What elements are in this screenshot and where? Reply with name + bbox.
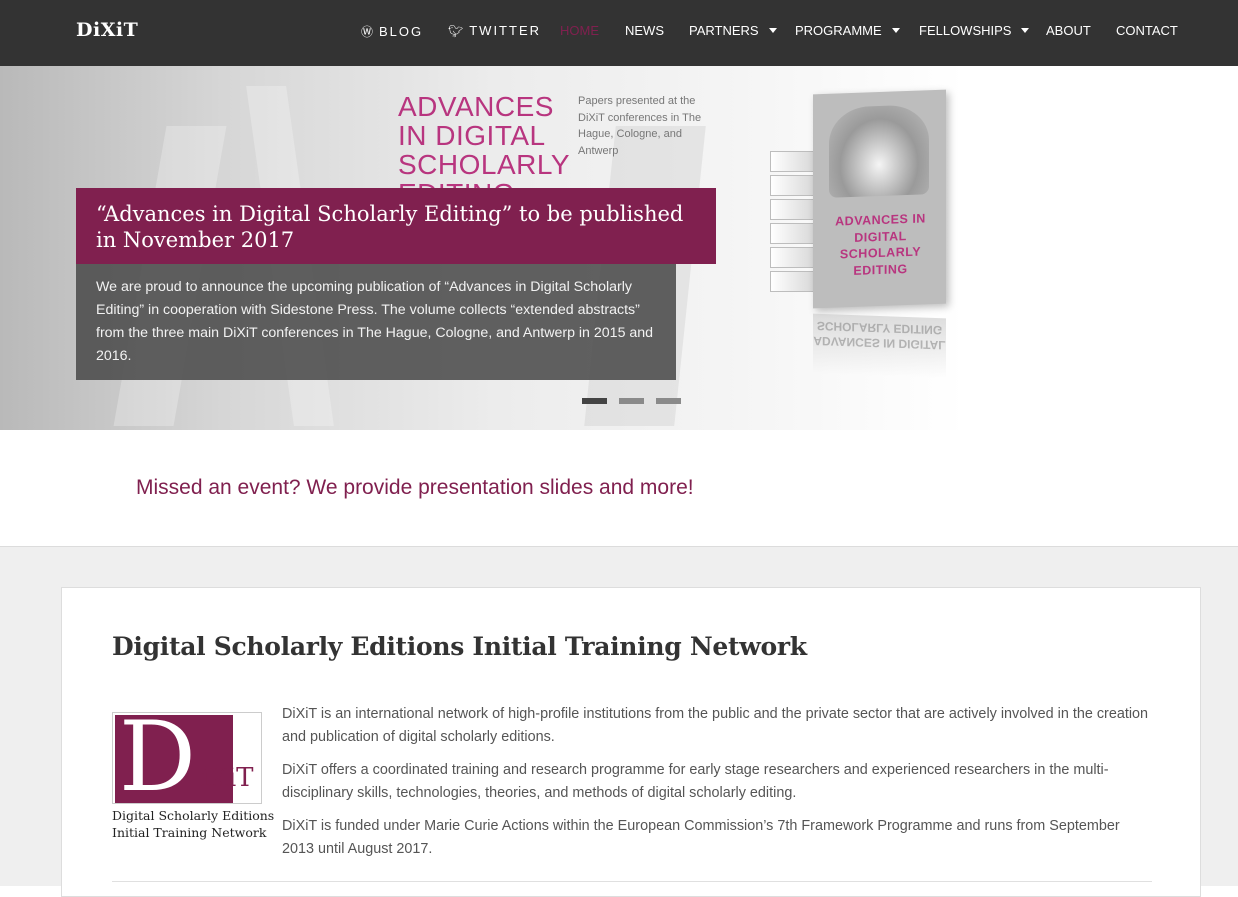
intro-text: DiXiT is an international network of hig… <box>282 703 1152 871</box>
logo-wordmark: iXiT <box>201 763 254 793</box>
chevron-down-icon <box>768 28 777 33</box>
slide-title: “Advances in Digital Scholarly Editing” … <box>96 202 684 252</box>
callout-section: Missed an event? We provide presentation… <box>0 430 1238 547</box>
nav-item-about[interactable]: ABOUT <box>1046 23 1091 38</box>
site-logo[interactable]: DiXiT <box>76 19 138 41</box>
hero-image-headline: ADVANCES IN DIGITAL SCHOLARLY EDITING <box>398 92 570 188</box>
carousel-indicator-3[interactable] <box>656 398 681 404</box>
intro-panel: Digital Scholarly Editions Initial Train… <box>61 587 1201 897</box>
logo-caption-line2: Initial Training Network <box>112 825 267 840</box>
intro-paragraph-2: DiXiT offers a coordinated training and … <box>282 762 1109 801</box>
nav-item-news[interactable]: NEWS <box>625 23 664 38</box>
dixit-logo: D iXiT Digital Scholarly Editions Initia… <box>112 701 275 842</box>
top-navbar: DiXiT Ⓦ BLOG 🐦︎ TWITTER HOME NEWS PARTNERS… <box>0 0 1238 66</box>
slide-text: We are proud to announce the upcoming pu… <box>96 279 654 364</box>
book-cover-title: ADVANCES IN DIGITAL SCHOLARLY EDITING <box>835 211 926 278</box>
nav-item-blog[interactable]: Ⓦ BLOG <box>361 23 423 40</box>
intro-paragraph-1: DiXiT is an international network of hig… <box>282 706 1149 745</box>
chevron-down-icon <box>891 28 900 33</box>
logo-caption-line1: Digital Scholarly Editions <box>112 808 275 823</box>
book-illustration <box>829 104 929 198</box>
nav-item-contact[interactable]: CONTACT <box>1116 23 1178 38</box>
logo-box: D iXiT <box>112 701 262 813</box>
book-reflection: ADVANCES IN DIGITAL SCHOLARLY EDITING <box>813 313 946 379</box>
wordpress-icon: Ⓦ <box>361 25 376 39</box>
nav-item-programme[interactable]: PROGRAMME <box>795 23 900 38</box>
chevron-down-icon <box>1021 28 1030 33</box>
page-title: Digital Scholarly Editions Initial Train… <box>112 632 807 661</box>
nav-item-partners[interactable]: PARTNERS <box>689 23 777 38</box>
divider <box>112 881 1152 882</box>
hero-image-subtitle: Papers presented at the DiXiT conference… <box>578 95 702 157</box>
slide-caption-title-box[interactable]: “Advances in Digital Scholarly Editing” … <box>76 188 716 264</box>
hero-carousel[interactable]: ADVANCES IN DIGITAL SCHOLARLY EDITING Pa… <box>0 66 1238 430</box>
slide-caption-text-box: We are proud to announce the upcoming pu… <box>76 264 676 380</box>
twitter-icon: 🐦︎ <box>448 23 466 38</box>
book-cover-image: ADVANCES IN DIGITAL SCHOLARLY EDITING <box>813 89 946 309</box>
logo-letter: D <box>119 701 196 813</box>
nav-item-fellowships[interactable]: FELLOWSHIPS <box>919 23 1030 38</box>
nav-item-home[interactable]: HOME <box>560 23 599 38</box>
intro-paragraph-3: DiXiT is funded under Marie Curie Action… <box>282 818 1120 857</box>
carousel-indicator-2[interactable] <box>619 398 644 404</box>
callout-text[interactable]: Missed an event? We provide presentation… <box>136 476 694 500</box>
carousel-indicators <box>582 398 681 404</box>
carousel-indicator-1[interactable] <box>582 398 607 404</box>
nav-item-twitter[interactable]: 🐦︎ TWITTER <box>448 23 541 38</box>
